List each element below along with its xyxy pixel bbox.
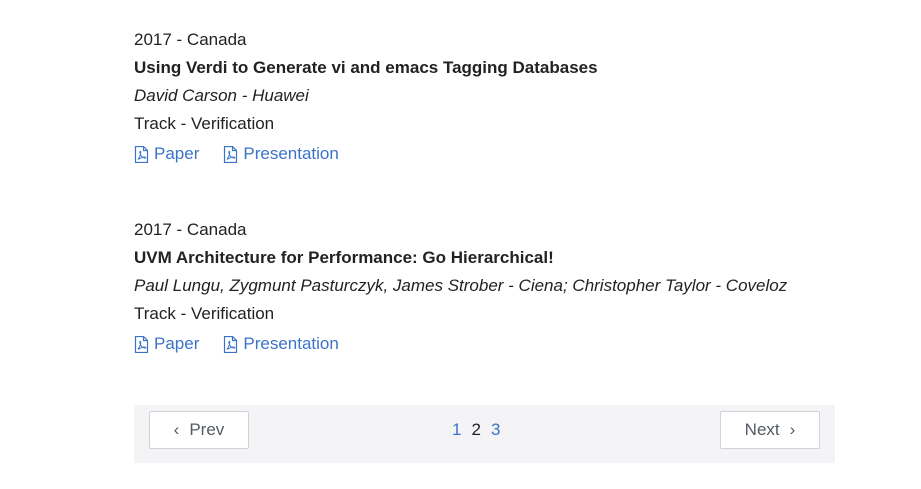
- page-number-3[interactable]: 3: [491, 419, 500, 441]
- publication-entry: 2017 - Canada UVM Architecture for Perfo…: [134, 218, 787, 358]
- page: 2017 - Canada Using Verdi to Generate vi…: [0, 0, 921, 489]
- entry-meta: 2017 - Canada: [134, 30, 247, 49]
- page-number-2[interactable]: 2: [471, 419, 480, 441]
- presentation-link-label: Presentation: [243, 144, 339, 163]
- presentation-link[interactable]: Presentation: [223, 330, 339, 358]
- pagination-bar: ‹ Prev 1 2 3 Next ›: [134, 405, 835, 463]
- entry-meta: 2017 - Canada: [134, 220, 247, 239]
- entry-authors: Paul Lungu, Zygmunt Pasturczyk, James St…: [134, 276, 788, 295]
- prev-page-label: Prev: [189, 420, 225, 439]
- presentation-link[interactable]: Presentation: [223, 140, 339, 168]
- entry-title: Using Verdi to Generate vi and emacs Tag…: [134, 58, 598, 77]
- paper-link-label: Paper: [154, 144, 200, 163]
- pdf-file-icon: [224, 335, 238, 353]
- entry-title: UVM Architecture for Performance: Go Hie…: [134, 248, 554, 267]
- paper-link[interactable]: Paper: [134, 140, 199, 168]
- chevron-right-icon: ›: [789, 420, 796, 439]
- entry-authors: David Carson - Huawei: [134, 86, 309, 105]
- prev-page-button[interactable]: ‹ Prev: [149, 411, 249, 449]
- paper-link-label: Paper: [154, 334, 200, 353]
- entry-links: Paper Presentation: [134, 140, 598, 168]
- publication-entry: 2017 - Canada Using Verdi to Generate vi…: [134, 28, 598, 168]
- page-numbers: 1 2 3: [452, 419, 500, 441]
- pdf-file-icon: [224, 145, 238, 163]
- presentation-link-label: Presentation: [243, 334, 339, 353]
- page-number-1[interactable]: 1: [452, 419, 461, 441]
- entry-track: Track - Verification: [134, 304, 275, 323]
- next-page-button[interactable]: Next ›: [720, 411, 820, 449]
- next-page-label: Next: [744, 420, 780, 439]
- paper-link[interactable]: Paper: [134, 330, 199, 358]
- chevron-left-icon: ‹: [173, 420, 180, 439]
- entry-links: Paper Presentation: [134, 330, 787, 358]
- entry-track: Track - Verification: [134, 114, 275, 133]
- pdf-file-icon: [134, 335, 149, 353]
- pdf-file-icon: [134, 145, 149, 163]
